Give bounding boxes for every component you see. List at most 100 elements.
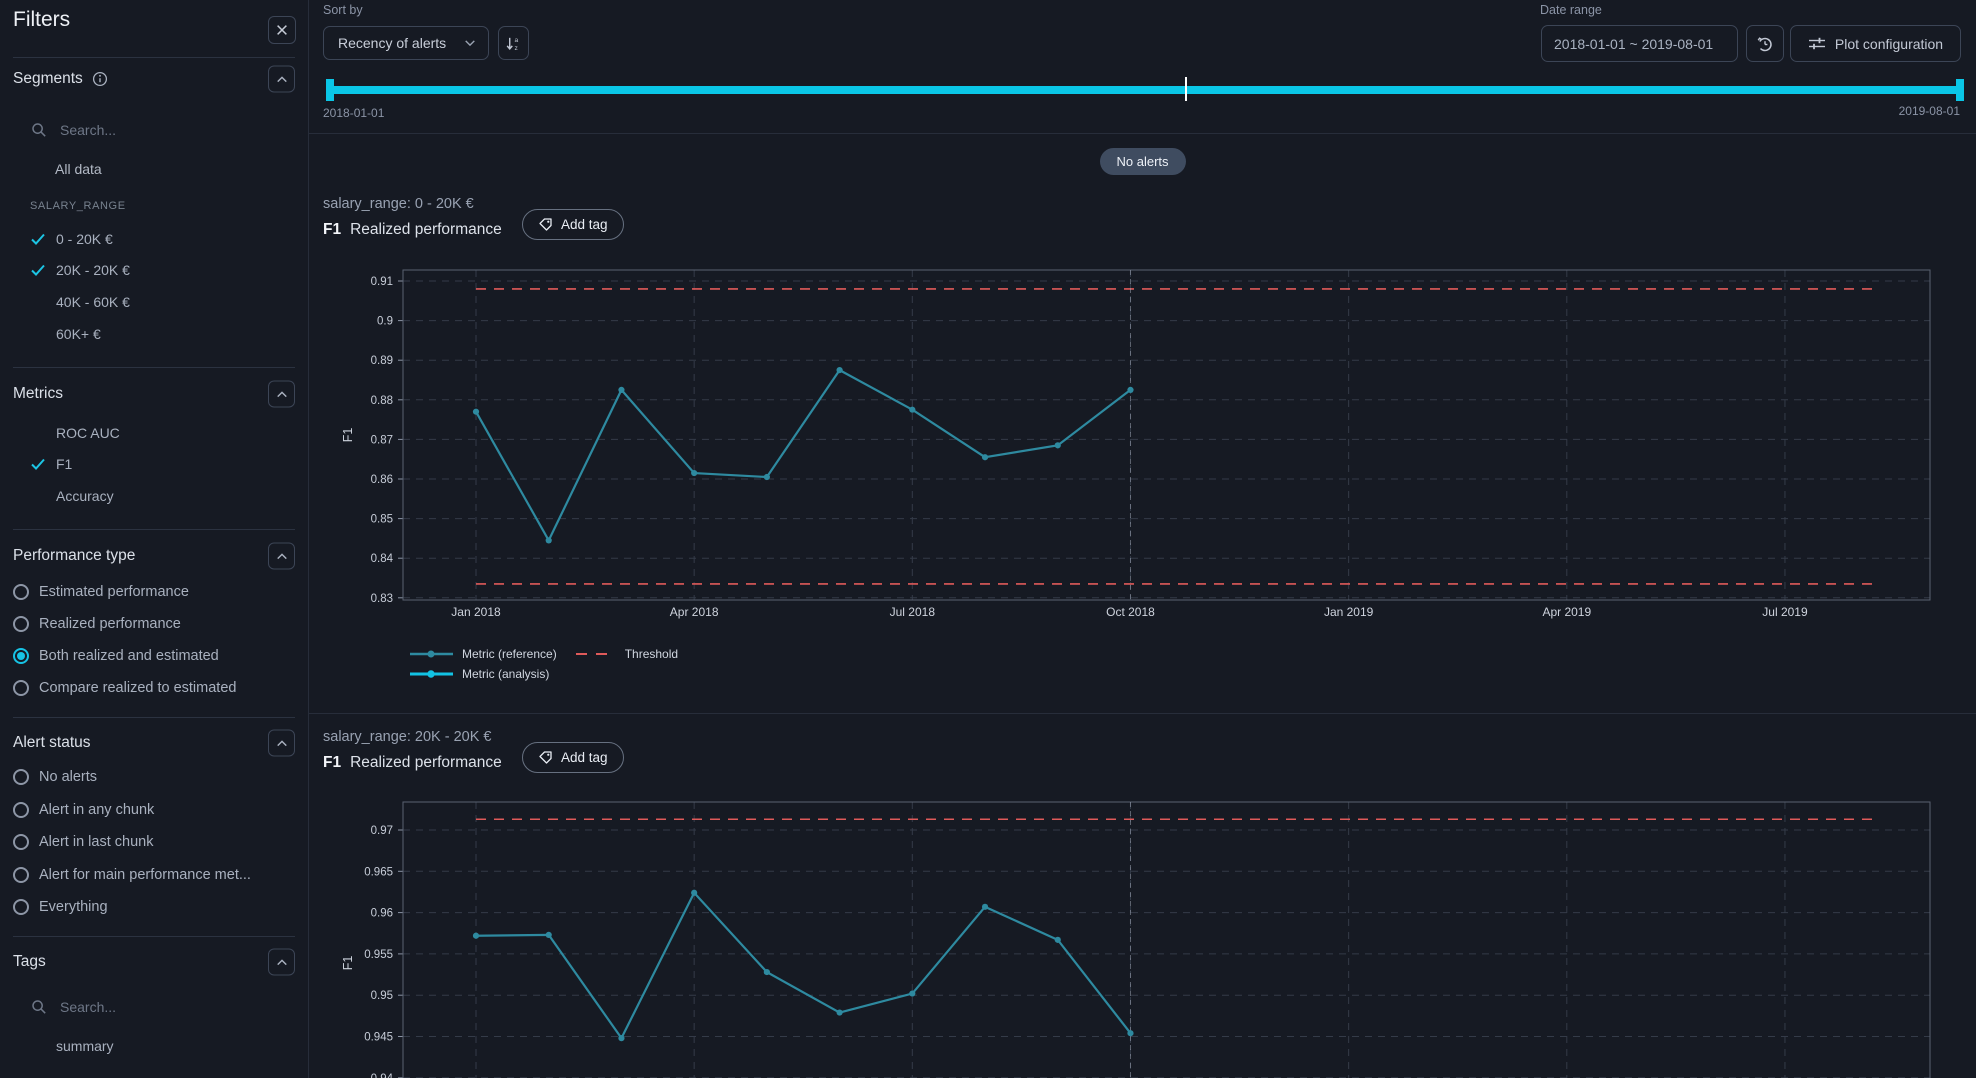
data-point <box>546 932 552 938</box>
legend-label: Metric (analysis) <box>462 667 549 681</box>
close-icon <box>275 23 289 37</box>
y-tick-label: 0.83 <box>371 593 393 605</box>
segments-search-input[interactable] <box>58 121 232 139</box>
tags-section-header: Tags <box>0 947 308 977</box>
alert-status-option[interactable]: No alerts <box>0 761 308 794</box>
tags-label: Tags <box>13 953 46 971</box>
x-tick-label: Oct 2018 <box>1106 605 1155 619</box>
plot-configuration-label: Plot configuration <box>1835 36 1943 52</box>
data-point <box>618 387 624 393</box>
metric-item[interactable]: F1 <box>0 449 308 481</box>
collapse-performance-type-button[interactable] <box>268 543 295 570</box>
metric-item[interactable]: ROC AUC <box>0 417 308 449</box>
legend-label: Metric (reference) <box>462 647 557 661</box>
y-axis-label: F1 <box>341 956 355 971</box>
divider <box>13 57 295 58</box>
alert-status-option[interactable]: Everything <box>0 891 308 924</box>
alert-status-option[interactable]: Alert in any chunk <box>0 794 308 827</box>
slider-handle-right[interactable] <box>1956 79 1964 101</box>
chevron-up-icon <box>276 739 288 747</box>
close-filters-button[interactable] <box>268 16 296 44</box>
date-range-slider[interactable] <box>326 86 1964 94</box>
performance-name: Realized performance <box>350 221 502 239</box>
x-tick-label: Apr 2018 <box>670 605 719 619</box>
data-point <box>909 990 915 996</box>
data-point <box>618 1035 624 1041</box>
y-tick-label: 0.91 <box>371 276 393 288</box>
data-point <box>1055 937 1061 943</box>
add-tag-button[interactable]: Add tag <box>522 209 624 240</box>
radio-icon <box>13 648 29 664</box>
collapse-alert-status-button[interactable] <box>268 730 295 757</box>
check-slot <box>30 262 46 278</box>
card-metric-title: F1 Realized performance <box>323 221 502 239</box>
legend-row: Metric (reference) Threshold <box>409 644 678 664</box>
segment-item[interactable]: 0 - 20K € <box>0 223 308 255</box>
card-segment-title: salary_range: 0 - 20K € <box>323 196 474 212</box>
check-slot <box>30 425 46 441</box>
analysis-line-swatch <box>409 669 454 679</box>
alert-status-options: No alertsAlert in any chunk Alert in last… <box>0 761 308 924</box>
data-point <box>1127 1030 1133 1036</box>
data-point <box>982 904 988 910</box>
plot-border <box>403 802 1930 1078</box>
reset-date-range-button[interactable] <box>1746 25 1784 62</box>
segments-label: Segments <box>13 70 83 88</box>
check-slot <box>30 488 46 504</box>
y-tick-label: 0.86 <box>371 474 393 486</box>
radio-icon <box>13 802 29 818</box>
divider <box>13 936 295 937</box>
slider-current-marker[interactable] <box>1185 77 1187 101</box>
segment-item[interactable]: 20K - 20K € <box>0 255 308 287</box>
tags-search-input[interactable] <box>58 998 232 1016</box>
segment-item[interactable]: 40K - 60K € <box>0 286 308 318</box>
item-label: ROC AUC <box>56 425 120 441</box>
no-alerts-badge: No alerts <box>1099 148 1185 175</box>
segment-item[interactable]: 60K+ € <box>0 318 308 350</box>
y-tick-label: 0.84 <box>371 553 394 565</box>
slider-handle-left[interactable] <box>326 79 334 101</box>
item-label: Accuracy <box>56 488 114 504</box>
divider <box>13 529 295 530</box>
collapse-tags-button[interactable] <box>268 949 295 976</box>
divider <box>13 367 295 368</box>
alert-status-section-header: Alert status <box>0 728 308 758</box>
sort-by-select[interactable]: Recency of alerts <box>323 26 489 60</box>
alert-status-option[interactable]: Alert in last chunk <box>0 826 308 859</box>
x-tick-label: Jul 2018 <box>890 605 936 619</box>
segment-items-list: 0 - 20K €20K - 20K €40K - 60K €60K+ € <box>0 223 308 349</box>
performance-type-option[interactable]: Compare realized to estimated <box>0 672 308 704</box>
segment-item-all-data[interactable]: All data <box>0 154 308 184</box>
sort-direction-button[interactable]: a z <box>498 26 529 60</box>
radio-icon <box>13 867 29 883</box>
metric-line-reference <box>476 370 1130 540</box>
plot-configuration-button[interactable]: Plot configuration <box>1790 25 1961 62</box>
performance-type-option[interactable]: Realized performance <box>0 608 308 640</box>
alert-status-option[interactable]: Alert for main performance met... <box>0 859 308 892</box>
y-tick-label: 0.97 <box>371 825 393 837</box>
performance-type-option[interactable]: Both realized and estimated <box>0 640 308 672</box>
metric-line-reference <box>476 893 1130 1038</box>
metric-item[interactable]: Accuracy <box>0 480 308 512</box>
performance-type-option[interactable]: Estimated performance <box>0 576 308 608</box>
tag-item[interactable]: summary <box>0 1030 308 1061</box>
info-icon[interactable] <box>92 71 108 87</box>
data-point <box>837 367 843 373</box>
collapse-segments-button[interactable] <box>268 66 295 93</box>
legend-item-reference: Metric (reference) <box>409 647 557 661</box>
tag-items-list: summary <box>0 1030 308 1061</box>
option-label: Alert in last chunk <box>39 834 153 850</box>
data-point <box>764 969 770 975</box>
collapse-metrics-button[interactable] <box>268 381 295 408</box>
chart-2: 0.970.9650.960.9550.950.9450.94F1 <box>330 790 1940 1078</box>
x-tick-label: Jan 2019 <box>1324 605 1374 619</box>
date-range-input[interactable] <box>1541 25 1738 62</box>
chevron-up-icon <box>276 390 288 398</box>
performance-type-options: Estimated performanceRealized performanc… <box>0 576 308 704</box>
check-icon <box>30 231 46 247</box>
divider <box>13 717 295 718</box>
add-tag-button[interactable]: Add tag <box>522 742 624 773</box>
legend-row: Metric (analysis) <box>409 664 678 684</box>
chevron-up-icon <box>276 552 288 560</box>
tag-icon <box>538 750 553 765</box>
